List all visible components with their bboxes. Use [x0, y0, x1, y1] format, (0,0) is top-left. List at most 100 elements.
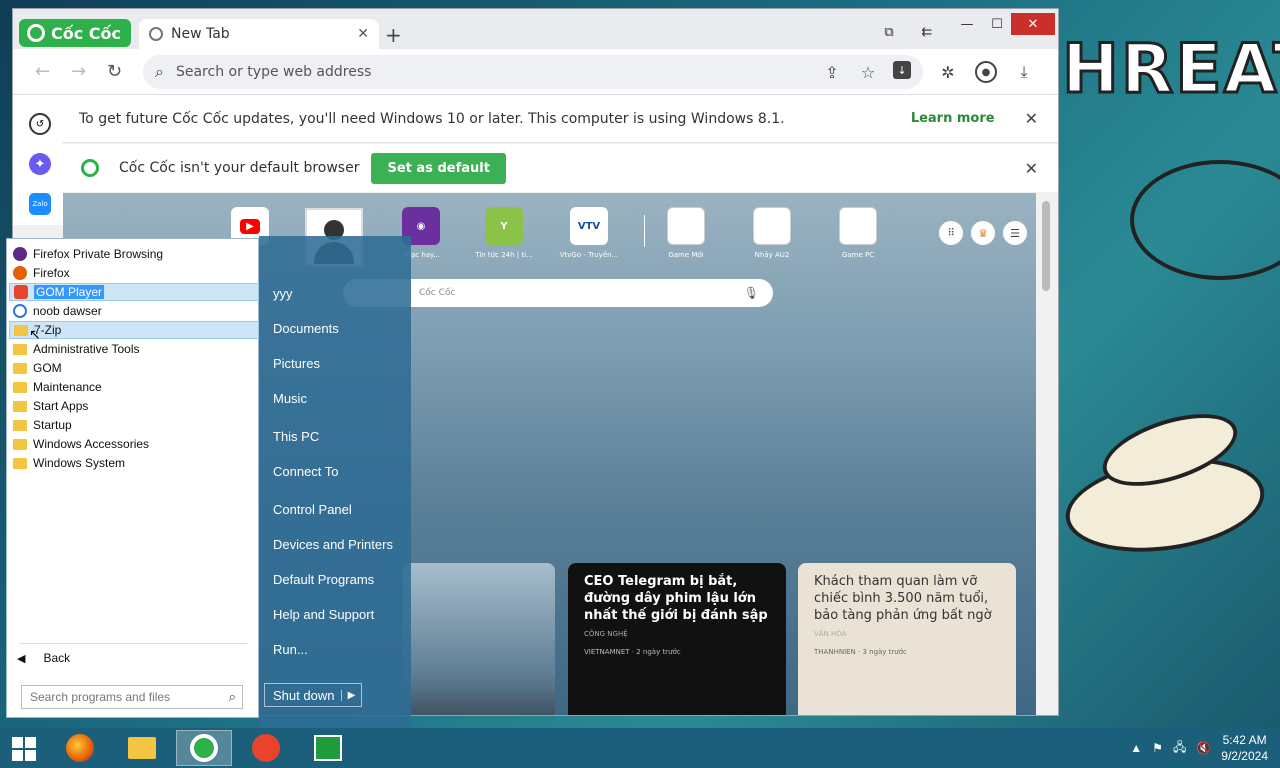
close-default-icon[interactable]: ✕: [1025, 159, 1038, 178]
program-windows-system[interactable]: Windows System: [9, 454, 259, 472]
system-tray: ▲ ⚑ 🖧 🔇 5:42 AM 9/2/2024: [1130, 732, 1268, 764]
crown-icon[interactable]: ♛: [971, 221, 995, 245]
file-explorer-icon: [128, 737, 156, 759]
wallpaper-shape: [1130, 160, 1280, 280]
start-menu-divider: [19, 643, 247, 644]
shutdown-options-icon[interactable]: ▶: [341, 689, 361, 701]
program-label: Windows System: [33, 456, 126, 470]
close-tab-icon[interactable]: ✕: [357, 26, 369, 42]
program-firefox-private[interactable]: Firefox Private Browsing: [9, 245, 259, 263]
start-menu: Firefox Private Browsing Firefox GOM Pla…: [6, 236, 411, 728]
program-admin-tools[interactable]: Administrative Tools: [9, 340, 259, 358]
extensions-icon[interactable]: ✲: [937, 61, 959, 83]
profile-icon[interactable]: ●: [975, 61, 997, 83]
back-to-tab-icon[interactable]: ⇇: [909, 21, 945, 43]
program-label: GOM Player: [34, 285, 105, 299]
link-user[interactable]: yyy: [273, 286, 293, 301]
show-hidden-icons[interactable]: ▲: [1130, 741, 1142, 755]
program-startup[interactable]: Startup: [9, 416, 259, 434]
set-default-button[interactable]: Set as default: [371, 152, 506, 184]
program-accessories[interactable]: Windows Accessories: [9, 435, 259, 453]
program-gom-player[interactable]: GOM Player: [9, 283, 259, 301]
customize-icon[interactable]: ☰: [1003, 221, 1027, 245]
site-label: Game Mới: [668, 251, 704, 259]
program-start-apps[interactable]: Start Apps: [9, 397, 259, 415]
program-label: Maintenance: [33, 380, 102, 394]
action-center-flag-icon[interactable]: ⚑: [1152, 741, 1163, 755]
link-help-support[interactable]: Help and Support: [273, 607, 374, 622]
taskbar-gom-player[interactable]: [238, 730, 294, 766]
site-tile-game-pc[interactable]: Game PC: [823, 207, 893, 259]
link-default-programs[interactable]: Default Programs: [273, 572, 374, 587]
link-control-panel[interactable]: Control Panel: [273, 502, 352, 517]
back-button[interactable]: ◀ Back: [17, 651, 70, 665]
program-gom[interactable]: GOM: [9, 359, 259, 377]
firefox-icon: [66, 734, 94, 762]
page-scrollbar[interactable]: [1036, 193, 1058, 715]
clock[interactable]: 5:42 AM 9/2/2024: [1221, 732, 1268, 764]
address-bar[interactable]: ⌕ Search or type web address: [143, 55, 923, 89]
downloads-icon[interactable]: ⤓: [1013, 61, 1035, 83]
taskbar-store[interactable]: [300, 730, 356, 766]
program-label: Startup: [33, 418, 72, 432]
site-tile-vtvgo[interactable]: VTV VtvGo - Truyền...: [554, 207, 624, 259]
coccoc-logo-icon: [27, 24, 45, 42]
search-icon: ⌕: [228, 689, 236, 704]
taskbar-firefox[interactable]: [52, 730, 108, 766]
start-search-input[interactable]: Search programs and files ⌕: [21, 685, 243, 709]
default-notice-text: Cốc Cốc isn't your default browser: [119, 160, 360, 176]
program-firefox[interactable]: Firefox: [9, 264, 259, 282]
news-card[interactable]: CEO Telegram bị bắt, đường dây phim lậu …: [568, 563, 786, 715]
firefox-icon: [13, 266, 27, 280]
program-7zip[interactable]: 7-Zip: [9, 321, 259, 339]
default-browser-infobar: Cốc Cốc isn't your default browser Set a…: [63, 144, 1058, 192]
link-pictures[interactable]: Pictures: [273, 356, 320, 371]
learn-more-link[interactable]: Learn more: [911, 111, 995, 126]
share-icon[interactable]: ⇪: [821, 61, 843, 83]
wallpaper-text: HREAT: [1060, 29, 1280, 111]
microphone-icon[interactable]: 🎙: [744, 286, 759, 300]
messenger-icon[interactable]: ✦: [29, 153, 51, 175]
browser-logo[interactable]: Cốc Cốc: [19, 19, 131, 47]
start-menu-programs: Firefox Private Browsing Firefox GOM Pla…: [6, 238, 259, 718]
close-update-icon[interactable]: ✕: [1025, 109, 1038, 128]
news-card-image[interactable]: [403, 563, 555, 715]
news-source: VIETNAMNET · 2 ngày trước: [584, 648, 681, 656]
reload-icon[interactable]: ↻: [107, 61, 122, 82]
zalo-icon[interactable]: Zalo: [29, 193, 51, 215]
link-documents[interactable]: Documents: [273, 321, 339, 336]
site-tile-game-moi[interactable]: Game Mới: [651, 207, 721, 259]
link-devices-printers[interactable]: Devices and Printers: [273, 537, 393, 552]
link-music[interactable]: Music: [273, 391, 307, 406]
news-title: CEO Telegram bị bắt, đường dây phim lậu …: [584, 574, 768, 623]
scroll-thumb[interactable]: [1042, 201, 1050, 291]
tab-favicon-icon: [149, 27, 163, 41]
link-this-pc[interactable]: This PC: [273, 429, 319, 444]
download-video-icon[interactable]: ↓: [893, 61, 911, 79]
apps-grid-icon[interactable]: ⠿: [939, 221, 963, 245]
shutdown-button[interactable]: Shut down ▶: [264, 683, 362, 707]
back-arrow-icon[interactable]: ←: [35, 61, 50, 82]
gom-player-icon: [14, 285, 28, 299]
link-run[interactable]: Run...: [273, 642, 308, 657]
taskbar-coccoc[interactable]: [176, 730, 232, 766]
taskbar-file-explorer[interactable]: [114, 730, 170, 766]
close-window-button[interactable]: ✕: [1011, 13, 1055, 35]
network-icon[interactable]: 🖧: [1173, 738, 1186, 759]
tab-new-tab[interactable]: New Tab ✕: [139, 19, 379, 49]
bookmark-star-icon[interactable]: ☆: [857, 61, 879, 83]
clock-time: 5:42 AM: [1222, 733, 1267, 747]
tab-search-icon[interactable]: ⧉: [871, 21, 907, 43]
maximize-button[interactable]: ☐: [979, 13, 1015, 35]
program-maintenance[interactable]: Maintenance: [9, 378, 259, 396]
site-tile-nhay-au2[interactable]: Nhảy AU2: [737, 207, 807, 259]
news-card[interactable]: Khách tham quan làm vỡ chiếc bình 3.500 …: [798, 563, 1016, 715]
forward-arrow-icon[interactable]: →: [71, 61, 86, 82]
site-tile-news[interactable]: Y Tin tức 24h | ti...: [469, 207, 539, 259]
volume-muted-icon[interactable]: 🔇: [1196, 741, 1211, 755]
link-connect-to[interactable]: Connect To: [273, 464, 339, 479]
start-button[interactable]: [8, 734, 40, 762]
program-noob-dawser[interactable]: noob dawser: [9, 302, 259, 320]
history-icon[interactable]: ↺: [29, 113, 51, 135]
new-tab-button[interactable]: +: [385, 23, 402, 47]
